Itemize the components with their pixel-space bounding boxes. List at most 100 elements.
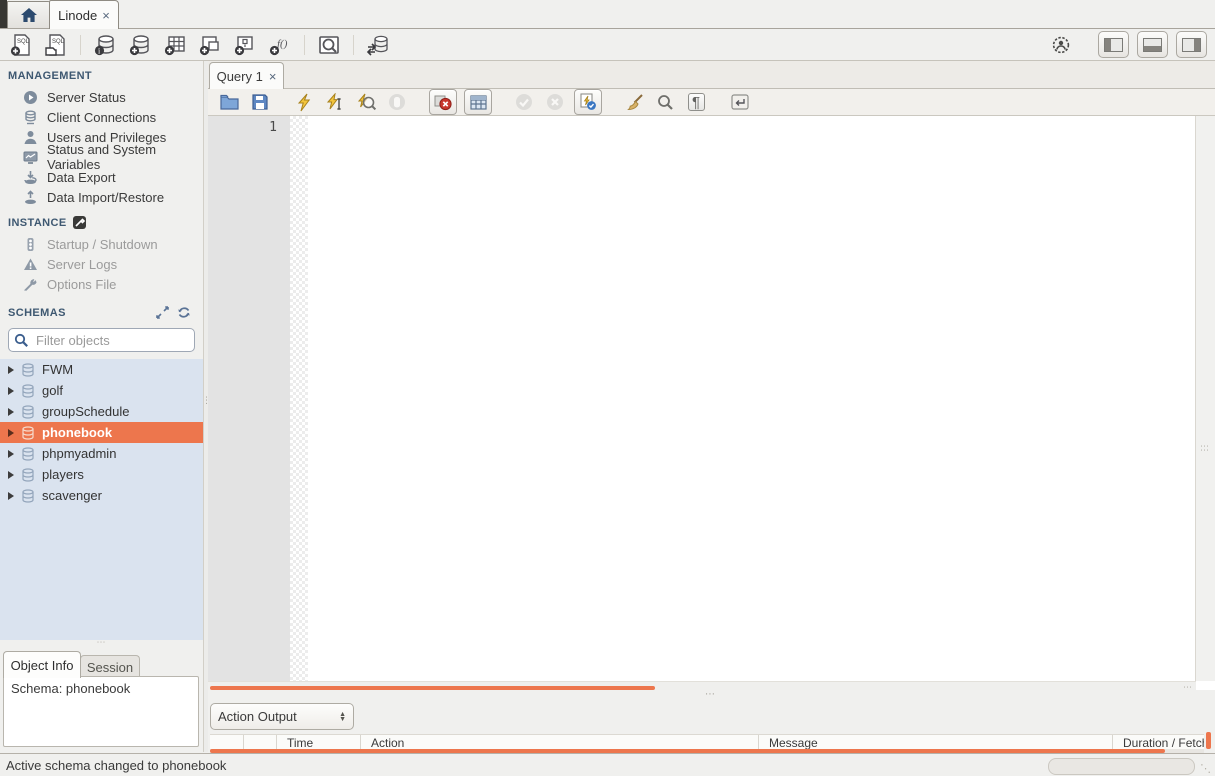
toggle-word-wrap-button[interactable] (728, 91, 752, 113)
schema-row-scavenger[interactable]: scavenger (0, 485, 203, 506)
schema-inspector-button[interactable]: i (92, 32, 118, 58)
schema-row-players[interactable]: players (0, 464, 203, 485)
schema-row-groupschedule[interactable]: groupSchedule (0, 401, 203, 422)
status-variables-icon (23, 150, 38, 165)
create-table-button[interactable] (162, 32, 188, 58)
schema-icon (21, 489, 35, 503)
output-col-duration[interactable]: Duration / Fetch (1112, 735, 1204, 750)
schema-name: FWM (42, 362, 73, 377)
column-label: Duration / Fetch (1123, 736, 1204, 750)
execute-current-statement-button[interactable] (323, 91, 347, 113)
close-query-tab-icon[interactable]: × (269, 70, 277, 83)
new-query-tab-button[interactable]: SQL (8, 32, 34, 58)
search-data-button[interactable] (316, 32, 342, 58)
explain-button[interactable] (354, 91, 378, 113)
expander-icon[interactable] (8, 387, 14, 395)
sidebar-item-data-import[interactable]: Data Import/Restore (0, 187, 203, 207)
mysql-workbench-window: Linode × SQL SQL i f() (0, 0, 1215, 776)
open-file-icon (220, 94, 239, 110)
toggle-autocommit-button[interactable] (574, 89, 602, 115)
toggle-secondary-sidebar-button[interactable] (1176, 31, 1207, 58)
refresh-schemas-icon[interactable] (177, 306, 191, 319)
schema-filter-input[interactable] (34, 332, 168, 349)
beautify-button[interactable] (622, 91, 646, 113)
sidebar-item-data-export[interactable]: Data Export (0, 167, 203, 187)
sql-code-editor[interactable]: 1 (208, 116, 1196, 681)
expander-icon[interactable] (8, 492, 14, 500)
save-script-button[interactable] (248, 91, 272, 113)
sidebar-item-client-connections[interactable]: Client Connections (0, 107, 203, 127)
sidebar-item-startup-shutdown[interactable]: Startup / Shutdown (0, 234, 203, 254)
tab-label: Session (87, 660, 133, 675)
status-bar: Active schema changed to phonebook ⋱ (0, 753, 1215, 776)
line-number-gutter: 1 (208, 116, 290, 681)
window-resize-grip[interactable]: ⋱ (1200, 762, 1211, 775)
connection-tab[interactable]: Linode × (49, 0, 119, 29)
svg-text:SQL: SQL (17, 39, 30, 45)
object-info-content: Schema: phonebook (3, 676, 199, 747)
create-view-button[interactable] (197, 32, 223, 58)
schema-list: FWM golf groupSchedule phonebook phpmyad (0, 359, 203, 640)
open-script-button[interactable] (217, 91, 241, 113)
sidebar-item-label: Server Logs (47, 257, 117, 272)
output-col-action[interactable]: Action (360, 735, 769, 750)
tab-object-info[interactable]: Object Info (3, 651, 81, 678)
find-button[interactable] (653, 91, 677, 113)
rollback-button[interactable] (543, 91, 567, 113)
execute-button[interactable] (292, 91, 316, 113)
output-type-selector[interactable]: Action Output ▲▼ (210, 703, 354, 730)
expand-schemas-icon[interactable] (156, 306, 169, 319)
output-vertical-scrollbar[interactable] (1206, 732, 1211, 749)
output-panel-icon (1143, 38, 1162, 52)
sidebar-item-options-file[interactable]: Options File (0, 274, 203, 294)
admin-gear-icon[interactable] (1048, 32, 1074, 58)
schema-row-phpmyadmin[interactable]: phpmyadmin (0, 443, 203, 464)
progress-indicator (1048, 758, 1195, 775)
sidebar-panel-icon (1104, 38, 1123, 52)
toggle-invisibles-button[interactable]: ¶ (684, 91, 708, 113)
home-tab[interactable] (7, 1, 51, 28)
execute-bolt-icon (296, 93, 312, 112)
schema-row-phonebook[interactable]: phonebook (0, 422, 203, 443)
toolbar-separator (80, 35, 81, 55)
splitter-grip[interactable]: ⋯ (0, 637, 203, 648)
open-sql-script-button[interactable]: SQL (43, 32, 69, 58)
expander-icon[interactable] (8, 408, 14, 416)
expander-icon[interactable] (8, 450, 14, 458)
reconnect-dbms-button[interactable] (365, 32, 391, 58)
tab-query-1[interactable]: Query 1 × (209, 62, 284, 89)
sidebar-item-status-system-variables[interactable]: Status and System Variables (0, 147, 203, 167)
expander-icon[interactable] (8, 366, 14, 374)
sidebar-item-server-status[interactable]: Server Status (0, 87, 203, 107)
toggle-output-area-button[interactable] (1137, 31, 1168, 58)
schema-row-golf[interactable]: golf (0, 380, 203, 401)
editor-vertical-scrollbar[interactable]: ⋯⋯ (1195, 116, 1215, 681)
schema-row-fwm[interactable]: FWM (0, 359, 203, 380)
stop-button[interactable] (385, 91, 409, 113)
output-col-message[interactable]: Message (758, 735, 1123, 750)
tab-label: Object Info (11, 658, 74, 673)
output-panel: Action Output ▲▼ Time Action Message Dur… (208, 699, 1215, 753)
create-function-button[interactable]: f() (267, 32, 293, 58)
expander-icon[interactable] (8, 471, 14, 479)
home-icon (20, 7, 38, 23)
commit-button[interactable] (512, 91, 536, 113)
schema-icon (21, 468, 35, 482)
scrollbar-grip[interactable]: ⋯⋯ (1200, 444, 1209, 452)
instance-title-text: INSTANCE (8, 217, 67, 229)
output-col-time[interactable]: Time (276, 735, 371, 750)
toggle-sidebar-button[interactable] (1098, 31, 1129, 58)
toggle-stop-on-error-button[interactable] (429, 89, 457, 115)
expander-icon[interactable] (8, 429, 14, 437)
tab-session[interactable]: Session (80, 655, 140, 678)
output-grid-header: Time Action Message Duration / Fetch (210, 734, 1204, 750)
close-tab-icon[interactable]: × (102, 9, 110, 22)
output-splitter[interactable]: ⋯ (208, 690, 1215, 699)
create-procedure-button[interactable] (232, 32, 258, 58)
sidebar-item-server-logs[interactable]: Server Logs (0, 254, 203, 274)
pilcrow-icon: ¶ (688, 93, 705, 111)
create-schema-button[interactable] (127, 32, 153, 58)
toggle-limit-rows-button[interactable] (464, 89, 492, 115)
schema-icon (21, 363, 35, 377)
schema-icon (21, 384, 35, 398)
